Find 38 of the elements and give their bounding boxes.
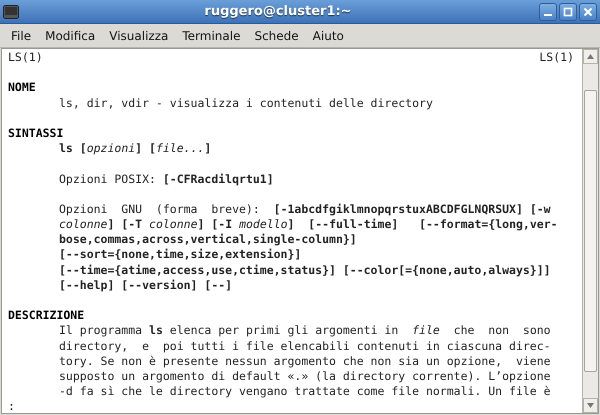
terminal-line: Opzioni POSIX: [-CFRacdilqrtu1]	[58, 172, 275, 187]
menu-item[interactable]: Aiuto	[306, 26, 351, 46]
terminal-line: bose,commas,across,vertical,single-column}]	[58, 232, 358, 248]
terminal-icon	[3, 4, 19, 18]
maximize-icon	[563, 6, 573, 16]
minimize-icon	[544, 14, 552, 16]
page-header: LS(1)	[539, 50, 574, 66]
menu-item[interactable]: File	[4, 26, 38, 46]
menu-item[interactable]: Terminale	[175, 26, 248, 46]
terminal-line: Opzioni GNU (forma breve): [-1abcdfgiklmnopqrstuxABCDFGLNQRSUX] [-w	[58, 202, 552, 218]
terminal-line: [--time={atime,access,use,ctime,status}] [--color[={none,auto,always}]]	[58, 262, 552, 278]
menu-item[interactable]: Visualizza	[102, 26, 176, 46]
section-heading: SINTASSI	[8, 126, 64, 142]
pager-prompt: :	[8, 399, 16, 413]
window-title: ruggero@cluster1:~	[203, 4, 353, 19]
close-icon	[583, 6, 593, 16]
section-heading: DESCRIZIONE	[8, 308, 86, 324]
terminal-line: directory, e poi tutti i file elencabili contenuti in ciascuna direc-	[58, 338, 552, 354]
terminal-line: colonne] [-T colonne] [-I modello] [--full-time] [--format={long,ver-	[58, 217, 559, 232]
close-button[interactable]	[579, 2, 597, 20]
minimize-button[interactable]	[539, 2, 557, 20]
terminal-line: ls, dir, vdir - visualizza i contenuti delle directory	[58, 96, 434, 111]
section-heading: NOME	[8, 80, 37, 96]
terminal-line: supposto un argomento di default «.» (la directory corrente). L’opzione	[58, 368, 552, 384]
terminal-line: ls [opzioni] [file...]	[58, 141, 212, 156]
terminal-line: tory. Se non è presente nessun argomento che non sia un opzione, viene	[58, 354, 552, 369]
terminal-line: -d fa sì che le directory vengano trattate come file normali. Un file è	[58, 384, 552, 400]
down-arrow-icon[interactable]	[587, 403, 594, 408]
scrollbar-thumb[interactable]	[584, 90, 597, 372]
menu-item[interactable]: Schede	[247, 26, 306, 46]
terminal-line: [--help] [--version] [--]	[58, 278, 234, 293]
terminal-line: [--sort={none,time,size,extension}]	[58, 247, 302, 263]
page-header: LS(1)	[8, 50, 43, 66]
maximize-button[interactable]	[559, 2, 577, 20]
terminal-line: Il programma ls elenca per primi gli argomenti in file che non sono	[58, 323, 552, 339]
up-arrow-icon[interactable]	[587, 54, 594, 59]
scrollbar[interactable]	[582, 49, 598, 413]
menu-item[interactable]: Modifica	[38, 26, 102, 46]
